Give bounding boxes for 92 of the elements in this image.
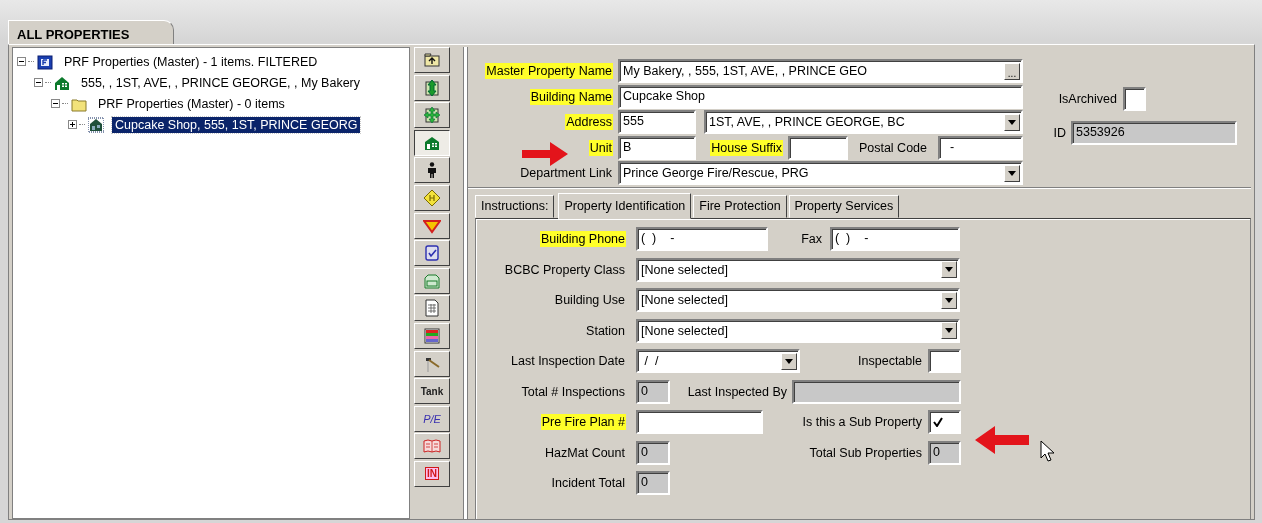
document-icon [423,299,441,318]
text-field[interactable]: ( ) - [830,227,960,251]
dropdown[interactable]: Prince George Fire/Rescue, PRG [618,161,1023,186]
collapse-icon[interactable] [17,56,26,66]
mouse-cursor-icon [1040,440,1054,462]
annotation-arrow-icon [520,140,570,168]
house-icon [54,74,70,91]
field-label: Inspectable [857,353,923,369]
dropdown-button[interactable] [941,322,957,339]
collapse-icon[interactable] [34,77,43,87]
book-icon [423,437,441,456]
diamond-sign-icon [423,188,441,207]
caret-icon [1008,170,1016,176]
dropdown[interactable]: 1ST, AVE, , PRINCE GEORGE, BC [704,110,1023,135]
field-label: Last Inspected By [686,383,788,400]
toolbar-button[interactable]: Tank [414,378,450,405]
text-field[interactable]: - [938,135,1023,160]
text-field[interactable]: Cupcake Shop [618,84,1023,109]
checkbox[interactable] [1123,87,1146,111]
text-field[interactable]: ( ) - [636,227,768,251]
tree-item[interactable]: PRF Properties (Master) - 1 items. FILTERED [61,53,321,70]
field-label: Unit [588,139,613,156]
dropdown-button[interactable] [941,261,957,278]
field-label: Department Link [519,165,613,182]
caret-icon [785,358,793,364]
stripes-icon [423,326,441,345]
field-label: ID [1052,125,1067,141]
field-label: House Suffix [710,139,783,156]
tab[interactable]: Fire Protection [693,195,787,218]
caret-icon [1008,119,1016,125]
dropdown-button[interactable] [1004,164,1020,182]
checkbox[interactable] [928,349,961,373]
text-field[interactable]: 555 [618,110,696,135]
field-label: Master Property Name [485,63,613,79]
dropdown[interactable]: [None selected] [636,257,960,282]
text-field[interactable] [636,410,763,434]
dropdown-button[interactable] [1004,113,1020,131]
tree-item[interactable]: Cupcake Shop, 555, 1ST, PRINCE GEORG [112,116,361,133]
read-only-field[interactable]: 0 [636,471,670,495]
field-label: Total # Inspections [520,383,626,400]
field-label: Pre Fire Plan # [540,414,626,430]
panel-tab[interactable]: ALL PROPERTIES [8,20,174,44]
dropdown[interactable]: / / [636,349,800,373]
caret-icon [945,267,953,272]
field-label: Building Use [553,292,626,308]
folder-up-icon [423,51,441,69]
dropdown[interactable]: [None selected] [636,288,960,312]
read-only-field[interactable]: 0 [928,440,961,465]
read-only-field[interactable]: 5353926 [1071,121,1237,145]
text-field[interactable]: B [618,135,696,160]
filter-folder-icon [37,53,53,70]
tab-caption: Instructions: [475,195,555,218]
read-only-field[interactable]: 0 [636,379,670,404]
field-label: Last Inspection Date [510,353,626,369]
toolbar-button[interactable]: P/E [414,405,450,432]
collapse-icon[interactable] [51,98,60,108]
field-label: Fax [800,231,823,247]
field-label: Postal Code [857,139,928,156]
field-label: Building Name [529,88,613,105]
text-field[interactable] [788,135,848,160]
tab[interactable]: Property Services [788,195,900,218]
tree-item[interactable]: PRF Properties (Master) - 0 items [95,95,288,112]
tree-item[interactable]: 555, , 1ST, AVE, , PRINCE GEORGE, , My Bakery [78,74,364,91]
dropdown-button[interactable] [781,352,797,370]
toolbar-button[interactable] [414,129,450,156]
checklist-icon [423,244,441,263]
caret-icon [945,328,953,333]
field-label: HazMat Count [544,444,626,461]
checkmark-icon [933,417,943,427]
field-label: Building Phone [539,231,626,247]
annotation-arrow-icon [973,424,1031,456]
house-icon [88,116,104,133]
dropdown-button[interactable] [941,291,957,309]
read-only-field[interactable]: 0 [636,440,670,465]
checkbox[interactable] [928,410,961,434]
field-label: Is this a Sub Property [801,414,923,430]
field-label: BCBC Property Class [503,261,626,278]
box-icon [423,271,441,290]
cross-arrows-icon [423,106,441,125]
dropdown[interactable]: [None selected] [636,318,960,343]
field-label: IsArchived [1057,91,1118,107]
text-field[interactable]: My Bakery, , 555, 1ST, AVE, , PRINCE GEO ... [618,59,1023,83]
field-label: Station [585,322,626,339]
field-label: Address [565,114,613,131]
toolbar-button[interactable]: IN [414,460,450,487]
browse-button[interactable]: ... [1004,62,1020,80]
expand-icon[interactable] [68,119,77,129]
field-label: Total Sub Properties [808,444,923,461]
tab[interactable]: Property Identification [558,193,692,219]
read-only-field[interactable] [792,379,961,404]
field-label: Incident Total [550,475,626,491]
caret-icon [945,297,953,303]
